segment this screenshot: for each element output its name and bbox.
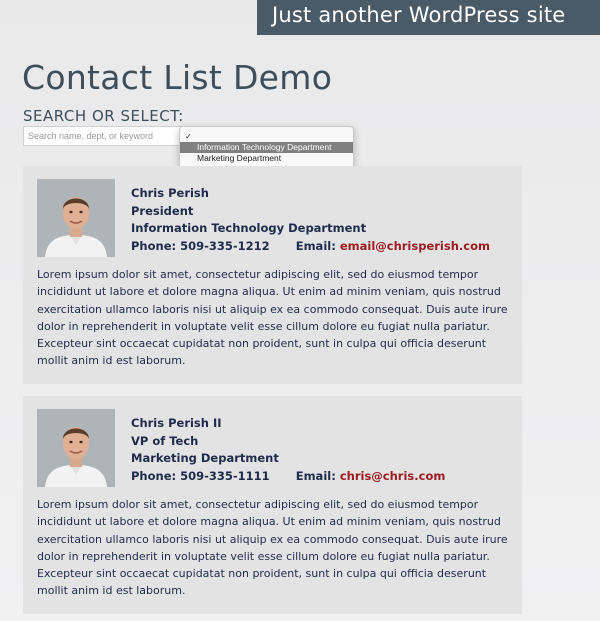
phone-number: 509-335-1212 [180,238,270,253]
contact-title: President [131,203,194,218]
email-link[interactable]: chris@chris.com [340,469,446,483]
contact-card: Chris Perish President Information Techn… [23,166,522,384]
department-select-dropdown[interactable]: ✓ Information Technology Department Mark… [179,126,354,171]
person-portrait-icon [37,179,115,257]
phone-number: 509-335-1111 [180,468,270,483]
site-tagline-banner: Just another WordPress site [257,0,600,35]
contact-title: VP of Tech [131,433,199,448]
dropdown-option-label: Marketing Department [197,153,282,163]
phone-label: Phone: [131,238,177,253]
checkmark-icon: ✓ [185,132,192,141]
contact-photo [37,409,115,487]
contact-bio: Lorem ipsum dolor sit amet, consectetur … [37,268,508,368]
contact-phone-email-row: Phone: 509-335-1212 Email: email@chrispe… [131,238,490,256]
contact-card: Chris Perish II VP of Tech Marketing Dep… [23,396,522,614]
email-link[interactable]: email@chrisperish.com [340,239,490,253]
dropdown-option-blank[interactable]: ✓ [180,131,353,142]
page-title: Contact List Demo [22,58,333,97]
dropdown-option-label: Information Technology Department [197,142,332,152]
search-input[interactable] [23,126,183,146]
dropdown-option-it-department[interactable]: Information Technology Department [180,142,353,153]
email-block: Email: email@chrisperish.com [296,238,490,256]
contact-bio: Lorem ipsum dolor sit amet, consectetur … [37,498,508,598]
dropdown-option-marketing-department[interactable]: Marketing Department [180,153,353,164]
person-portrait-icon [37,409,115,487]
contact-name: Chris Perish [131,186,209,200]
contact-name: Chris Perish II [131,416,222,430]
email-block: Email: chris@chris.com [296,468,446,486]
contact-info: Chris Perish President Information Techn… [131,185,490,255]
contact-photo [37,179,115,257]
email-label: Email: [295,238,336,253]
contact-department: Marketing Department [131,451,279,465]
search-label: SEARCH OR SELECT: [23,107,184,125]
contact-phone-email-row: Phone: 509-335-1111 Email: chris@chris.c… [131,468,445,486]
phone-label: Phone: [131,468,177,483]
contact-department: Information Technology Department [131,221,367,235]
contact-info: Chris Perish II VP of Tech Marketing Dep… [131,415,445,485]
email-label: Email: [295,468,336,483]
